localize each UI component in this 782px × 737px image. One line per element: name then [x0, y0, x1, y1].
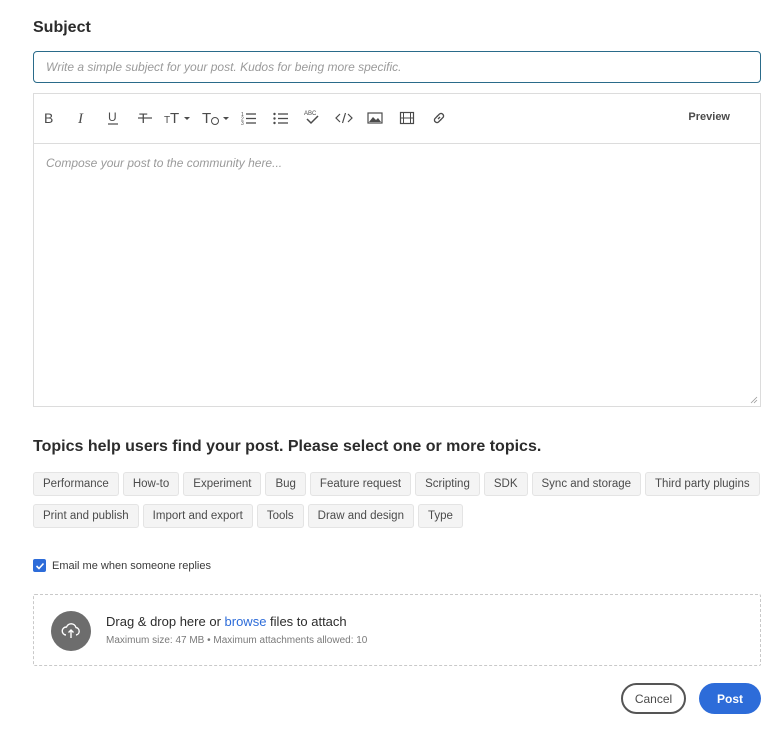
compose-textarea[interactable]: Compose your post to the community here.… [34, 145, 760, 407]
video-icon[interactable] [399, 107, 415, 129]
svg-text:T: T [170, 110, 179, 126]
svg-text:U: U [108, 110, 117, 124]
topic-chip[interactable]: Type [417, 504, 463, 528]
spellcheck-icon[interactable]: ABC [304, 107, 320, 129]
email-notify-row: Email me when someone replies [33, 559, 211, 572]
topic-chip[interactable]: Print and publish [33, 504, 139, 528]
numbered-list-icon[interactable]: 123 [241, 107, 257, 129]
bold-icon[interactable]: B [42, 107, 56, 129]
browse-link[interactable]: browse [225, 614, 267, 629]
subject-label: Subject [33, 19, 91, 36]
image-icon[interactable] [367, 107, 383, 129]
attachment-dropzone[interactable]: Drag & drop here or browse files to atta… [33, 594, 761, 666]
italic-icon[interactable]: I [75, 107, 89, 129]
topic-chip[interactable]: Experiment [183, 472, 262, 496]
underline-icon[interactable]: U [106, 107, 120, 129]
preview-button[interactable]: Preview [688, 111, 730, 123]
svg-text:B: B [44, 110, 53, 126]
svg-text:3: 3 [241, 121, 244, 126]
editor-toolbar: B I U T TT T 123 ABC Preview [34, 94, 760, 144]
topic-chip[interactable]: Performance [33, 472, 119, 496]
topic-chip[interactable]: SDK [483, 472, 528, 496]
compose-placeholder: Compose your post to the community here.… [46, 156, 283, 170]
dropzone-text-after: files to attach [266, 614, 347, 629]
strikethrough-icon[interactable]: T [137, 107, 153, 129]
text-style-icon[interactable]: T [202, 107, 232, 129]
bullet-list-icon[interactable] [273, 107, 289, 129]
topic-chip[interactable]: Feature request [309, 472, 412, 496]
topic-chip[interactable]: Bug [265, 472, 306, 496]
post-button[interactable]: Post [699, 683, 761, 714]
checkmark-icon [35, 562, 44, 570]
cancel-button[interactable]: Cancel [621, 683, 686, 714]
link-icon[interactable] [431, 107, 447, 129]
email-notify-label: Email me when someone replies [52, 559, 211, 572]
topic-chip[interactable]: Tools [256, 504, 304, 528]
svg-text:I: I [77, 111, 84, 126]
topics-list: Performance How-to Experiment Bug Featur… [33, 472, 761, 536]
topics-row-2: Print and publish Import and export Tool… [33, 504, 761, 528]
topic-chip[interactable]: Third party plugins [645, 472, 760, 496]
svg-text:T: T [202, 110, 211, 126]
topic-chip[interactable]: Import and export [142, 504, 253, 528]
font-size-icon[interactable]: TT [164, 107, 192, 129]
topic-chip[interactable]: Sync and storage [531, 472, 642, 496]
code-icon[interactable] [335, 107, 353, 129]
topics-row-1: Performance How-to Experiment Bug Featur… [33, 472, 761, 496]
resize-handle-icon[interactable] [750, 396, 758, 404]
topics-heading: Topics help users find your post. Please… [33, 438, 542, 455]
topic-chip[interactable]: How-to [122, 472, 180, 496]
dropzone-text: Drag & drop here or browse files to atta… [106, 614, 347, 629]
topic-chip[interactable]: Draw and design [307, 504, 414, 528]
dropzone-limits: Maximum size: 47 MB • Maximum attachment… [106, 635, 368, 646]
topic-chip[interactable]: Scripting [415, 472, 480, 496]
dropzone-text-before: Drag & drop here or [106, 614, 225, 629]
upload-icon [51, 611, 91, 651]
subject-input[interactable] [33, 51, 761, 83]
rich-text-editor: B I U T TT T 123 ABC Preview Compose you… [33, 93, 761, 407]
svg-text:ABC: ABC [304, 111, 317, 117]
email-notify-checkbox[interactable] [33, 559, 46, 572]
